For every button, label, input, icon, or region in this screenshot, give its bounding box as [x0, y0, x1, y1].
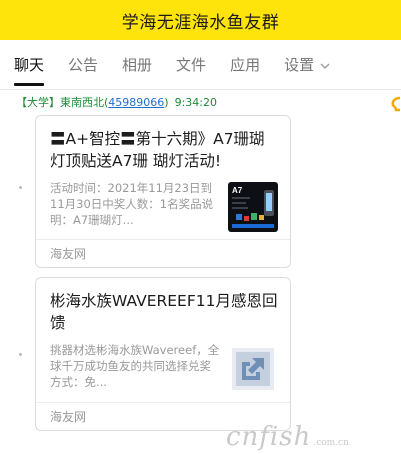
tab-apps[interactable]: 应用: [230, 40, 260, 90]
message-bullet: [19, 353, 22, 356]
tab-settings[interactable]: 设置: [284, 40, 330, 90]
chevron-down-icon: [320, 58, 330, 72]
sender-name[interactable]: 東南西北: [60, 96, 104, 109]
a7-coral-lamp-thumbnail: A7: [228, 182, 278, 232]
tab-files[interactable]: 文件: [176, 40, 206, 90]
share-card-title: 彬海水族WAVEREEF11月感恩回馈: [50, 292, 278, 332]
window-title: 学海无涯海水鱼友群: [121, 12, 280, 33]
tab-announcement[interactable]: 公告: [68, 40, 98, 90]
tab-album-label: 相册: [122, 56, 153, 74]
message-bullet: [19, 186, 22, 189]
message-header: 【大学】東南西北(45989066) 9:34:20: [16, 96, 217, 109]
tab-chat-label: 聊天: [14, 56, 45, 74]
tab-apps-label: 应用: [230, 56, 261, 74]
share-card-title: 〓A+智控〓第十六期》A7珊瑚灯顶贴送A7珊 瑚灯活动!: [50, 130, 265, 170]
share-card-desc: 挑器材选彬海水族Wavereef，全球千万成功鱼友的共同选择兑奖方式：免...: [50, 343, 220, 389]
sender-id-link[interactable]: 45989066: [108, 96, 164, 109]
share-card-source: 海友网: [36, 239, 290, 267]
tab-album[interactable]: 相册: [122, 40, 152, 90]
tab-bar: 聊天 公告 相册 文件 应用 设置: [0, 40, 401, 112]
share-card-desc: 活动时间：2021年11月23日到11月30日中奖人数：1名奖品说明：A7珊瑚灯…: [50, 181, 214, 227]
thumb-label: A7: [232, 186, 243, 195]
link-share-icon: [228, 344, 278, 394]
watermark-suffix: .com.cn: [313, 438, 349, 448]
sender-tag: 【大学】: [16, 96, 60, 109]
tab-files-label: 文件: [176, 56, 207, 74]
share-card[interactable]: 〓A+智控〓第十六期》A7珊瑚灯顶贴送A7珊 瑚灯活动! 活动时间：2021年1…: [35, 115, 291, 268]
title-bar: 学海无涯海水鱼友群: [0, 0, 401, 40]
tab-settings-label: 设置: [284, 56, 315, 74]
tab-announcement-label: 公告: [68, 56, 99, 74]
tab-chat[interactable]: 聊天: [14, 40, 45, 90]
message-time: 9:34:20: [174, 96, 217, 109]
bulb-icon[interactable]: [391, 96, 401, 114]
watermark-text: cnfish: [226, 422, 312, 452]
watermark-logo: cnfish .com.cn: [226, 422, 349, 452]
share-card[interactable]: 彬海水族WAVEREEF11月感恩回馈 挑器材选彬海水族Wavereef，全球千…: [35, 277, 291, 431]
